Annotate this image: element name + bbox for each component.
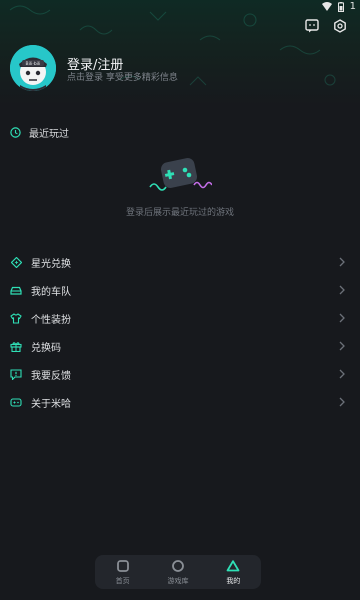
header-pattern <box>9 5 336 86</box>
tab-home[interactable]: 首页 <box>98 559 148 586</box>
empty-gamepad-illustration <box>149 158 212 191</box>
star-diamond-icon <box>10 256 22 268</box>
menu-list: 星光兑换 我的车队 个性装扮 兑换码 我要反馈 关于米哈 <box>0 248 360 416</box>
menu-item-feedback[interactable]: 我要反馈 <box>0 360 360 388</box>
chevron-right-icon <box>339 341 345 351</box>
menu-label: 星光兑换 <box>31 258 71 270</box>
home-square-icon <box>116 559 129 572</box>
chevron-right-icon <box>339 397 345 407</box>
chevron-right-icon <box>339 257 345 267</box>
shirt-icon <box>10 312 22 324</box>
chevron-right-icon <box>339 285 345 295</box>
hexagon-gear-icon <box>334 19 346 33</box>
menu-label: 兑换码 <box>31 342 61 354</box>
menu-item-redeem-code[interactable]: 兑换码 <box>0 332 360 360</box>
feedback-icon <box>10 368 22 380</box>
tab-mine[interactable]: 我的 <box>208 559 258 586</box>
chevron-right-icon <box>339 313 345 323</box>
settings-button[interactable] <box>331 17 349 35</box>
circle-icon <box>172 559 184 572</box>
car-icon <box>10 284 22 296</box>
menu-label: 个性装扮 <box>31 314 71 326</box>
login-subtitle: 点击登录 享受更多精彩信息 <box>67 73 178 83</box>
gamepad-icon <box>10 396 22 408</box>
status-bar: 1 <box>0 0 360 14</box>
recent-played-label: 最近玩过 <box>29 129 69 140</box>
tab-label: 首页 <box>115 576 130 585</box>
recent-played-header: 最近玩过 <box>10 125 69 140</box>
avatar-illustration: Bili·bili <box>10 45 56 91</box>
wifi-icon <box>321 2 332 11</box>
tab-label: 我的 <box>226 576 241 585</box>
chat-square-icon <box>305 19 319 33</box>
triangle-icon <box>226 559 240 571</box>
menu-item-team[interactable]: 我的车队 <box>0 276 360 304</box>
avatar-cap-text: Bili·bili <box>26 61 41 67</box>
battery-level: 1 <box>349 1 356 12</box>
bottom-tab-bar: 首页 游戏库 我的 <box>95 555 261 589</box>
clock-icon <box>10 127 21 138</box>
chevron-right-icon <box>339 369 345 379</box>
menu-label: 关于米哈 <box>31 398 71 410</box>
menu-label: 我的车队 <box>31 286 71 298</box>
avatar[interactable]: Bili·bili <box>10 45 56 91</box>
menu-label: 我要反馈 <box>31 370 71 382</box>
message-button[interactable] <box>303 17 321 35</box>
gift-icon <box>10 340 22 352</box>
menu-item-dressup[interactable]: 个性装扮 <box>0 304 360 332</box>
tab-game-library[interactable]: 游戏库 <box>153 559 203 586</box>
menu-item-about[interactable]: 关于米哈 <box>0 388 360 416</box>
empty-state-text: 登录后展示最近玩过的游戏 <box>125 208 234 218</box>
tab-label: 游戏库 <box>167 576 189 585</box>
menu-item-starlight[interactable]: 星光兑换 <box>0 248 360 276</box>
battery-icon <box>337 1 344 12</box>
